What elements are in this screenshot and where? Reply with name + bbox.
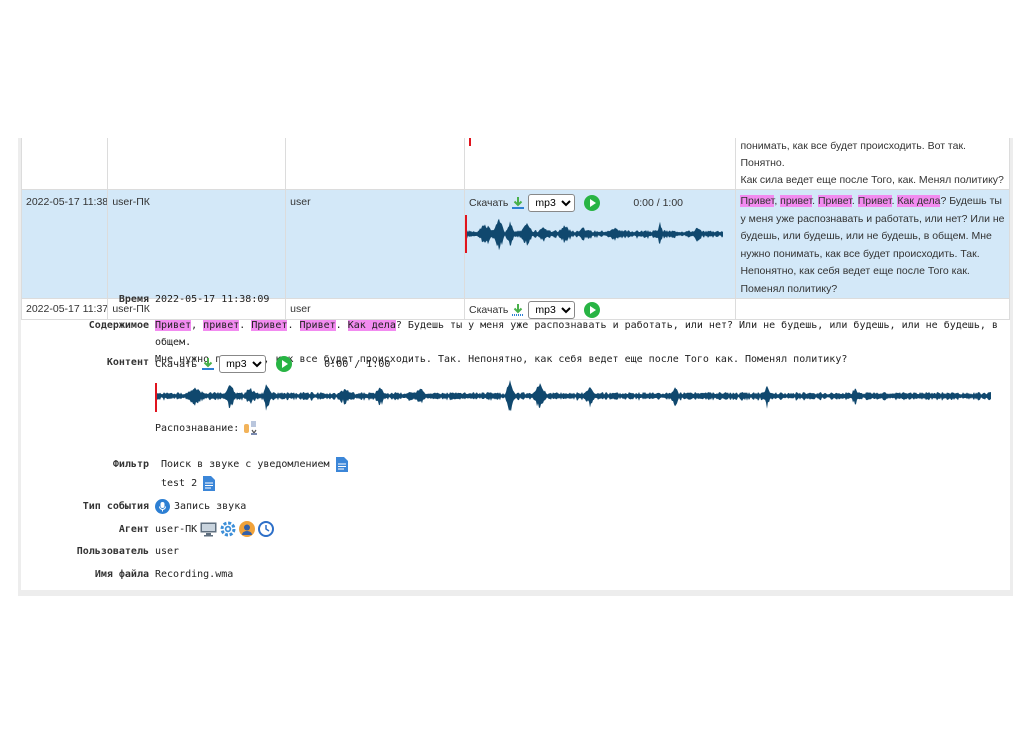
play-icon[interactable] [584,302,601,318]
waveform-path [157,380,991,412]
gear-icon[interactable] [220,521,236,537]
text-rest: ? Будешь ты у меня уже распознавать и ра… [740,195,1005,295]
highlight-word: Как дела [897,195,941,207]
download-icon[interactable] [201,357,215,371]
detail-agent: user-ПК [155,521,275,537]
table-row[interactable]: понимать, как все будет происходить. Вот… [20,138,1010,190]
detail-filters: Поиск в звуке с уведомлением test 2 [161,456,348,492]
computer-icon[interactable] [200,522,217,537]
highlight-word: Привет [251,320,288,331]
user-value: user [155,546,180,557]
download-icon[interactable] [511,303,525,317]
text-separator: . [287,320,300,331]
player-time: 0:00 / 1:00 [633,197,684,209]
detail-event-type: Запись звука [155,499,246,514]
detail-time: 2022-05-17 11:38:09 [155,294,270,305]
waveform-cursor [155,383,157,412]
text-separator: . [851,195,858,207]
microphone-icon [155,499,170,514]
filename-value: Recording.wma [155,569,234,580]
document-icon[interactable] [203,476,216,491]
recognition-label: Распознавание: [155,422,240,434]
text-separator: . [335,320,348,331]
text-separator: . [239,320,252,331]
detail-label: Фильтр [112,459,149,470]
download-link[interactable]: Скачать [469,304,508,316]
download-link[interactable]: Скачать [469,197,508,209]
content-cell: понимать, как все будет происходить. Вот… [735,138,1010,190]
events-panel: понимать, как все будет происходить. Вот… [18,138,1013,596]
waveform[interactable] [155,379,993,415]
datetime-cell: 2022-05-17 11:38:09 [20,189,109,299]
text-line: Как сила ведет еще после Того, как. Меня… [740,174,1004,186]
detail-label: Тип события [82,501,149,512]
detail-label: Содержимое [88,320,149,331]
player-cell: Скачать mp3 0:00 / 1:00 [464,189,737,299]
detail-media: Скачать mp3 0:00 / 1:00 Распознавание: [155,355,1005,437]
events-inner: понимать, как все будет происходить. Вот… [20,138,1010,590]
highlight-word: привет [780,195,813,207]
detail-label: Агент [118,524,149,535]
detail-label: Время [118,294,149,305]
filter-name[interactable]: Поиск в звуке с уведомлением [161,459,330,470]
highlight-word: Привет [740,195,775,207]
highlight-word: Привет [857,195,892,207]
highlight-word: Привет [818,195,852,207]
audio-player: Скачать mp3 0:00 / 1:00 [155,355,1005,373]
agent-cell: user-ПК [107,189,287,299]
recognition-row: Распознавание: [155,419,1005,437]
event-type-value: Запись звука [174,501,247,512]
play-icon[interactable] [276,356,293,372]
player-time: 0:00 / 1:00 [324,358,391,370]
text-line: понимать, как все будет происходить. Вот… [740,140,966,169]
waveform-cursor [469,138,472,146]
audio-player: Скачать mp3 0:00 / 1:00 [469,194,731,212]
play-icon[interactable] [584,195,601,211]
agent-value: user-ПК [155,523,198,535]
highlight-word: Привет [299,320,336,331]
content-cell: Привет, привет. Привет. Привет. Как дела… [735,189,1010,299]
format-select[interactable]: mp3 [219,355,267,373]
filter-item: Поиск в звуке с уведомлением [161,456,348,473]
download-icon[interactable] [511,196,525,210]
recognition-icon[interactable] [243,419,261,437]
filter-name[interactable]: test 2 [161,478,197,489]
text-separator: , [191,320,204,331]
waveform-cursor [465,215,468,253]
clock-icon[interactable] [258,521,275,537]
detail-label: Пользователь [76,546,149,557]
detail-label: Имя файла [94,569,149,580]
user-icon[interactable] [239,521,256,537]
highlight-word: Как дела [347,320,396,331]
waveform[interactable] [465,213,727,257]
waveform-path [467,218,724,251]
highlight-word: привет [203,320,240,331]
detail-label: Контент [106,357,149,368]
filter-item: test 2 [161,475,348,492]
events-table: понимать, как все будет происходить. Вот… [20,138,1010,320]
user-cell: user [285,189,466,299]
highlight-word: Привет [155,320,192,331]
download-link[interactable]: Скачать [155,359,197,370]
table-row[interactable]: 2022-05-17 11:38:09 user-ПК user Скачать… [20,189,1010,299]
format-select[interactable]: mp3 [528,194,576,212]
document-icon[interactable] [335,457,348,472]
